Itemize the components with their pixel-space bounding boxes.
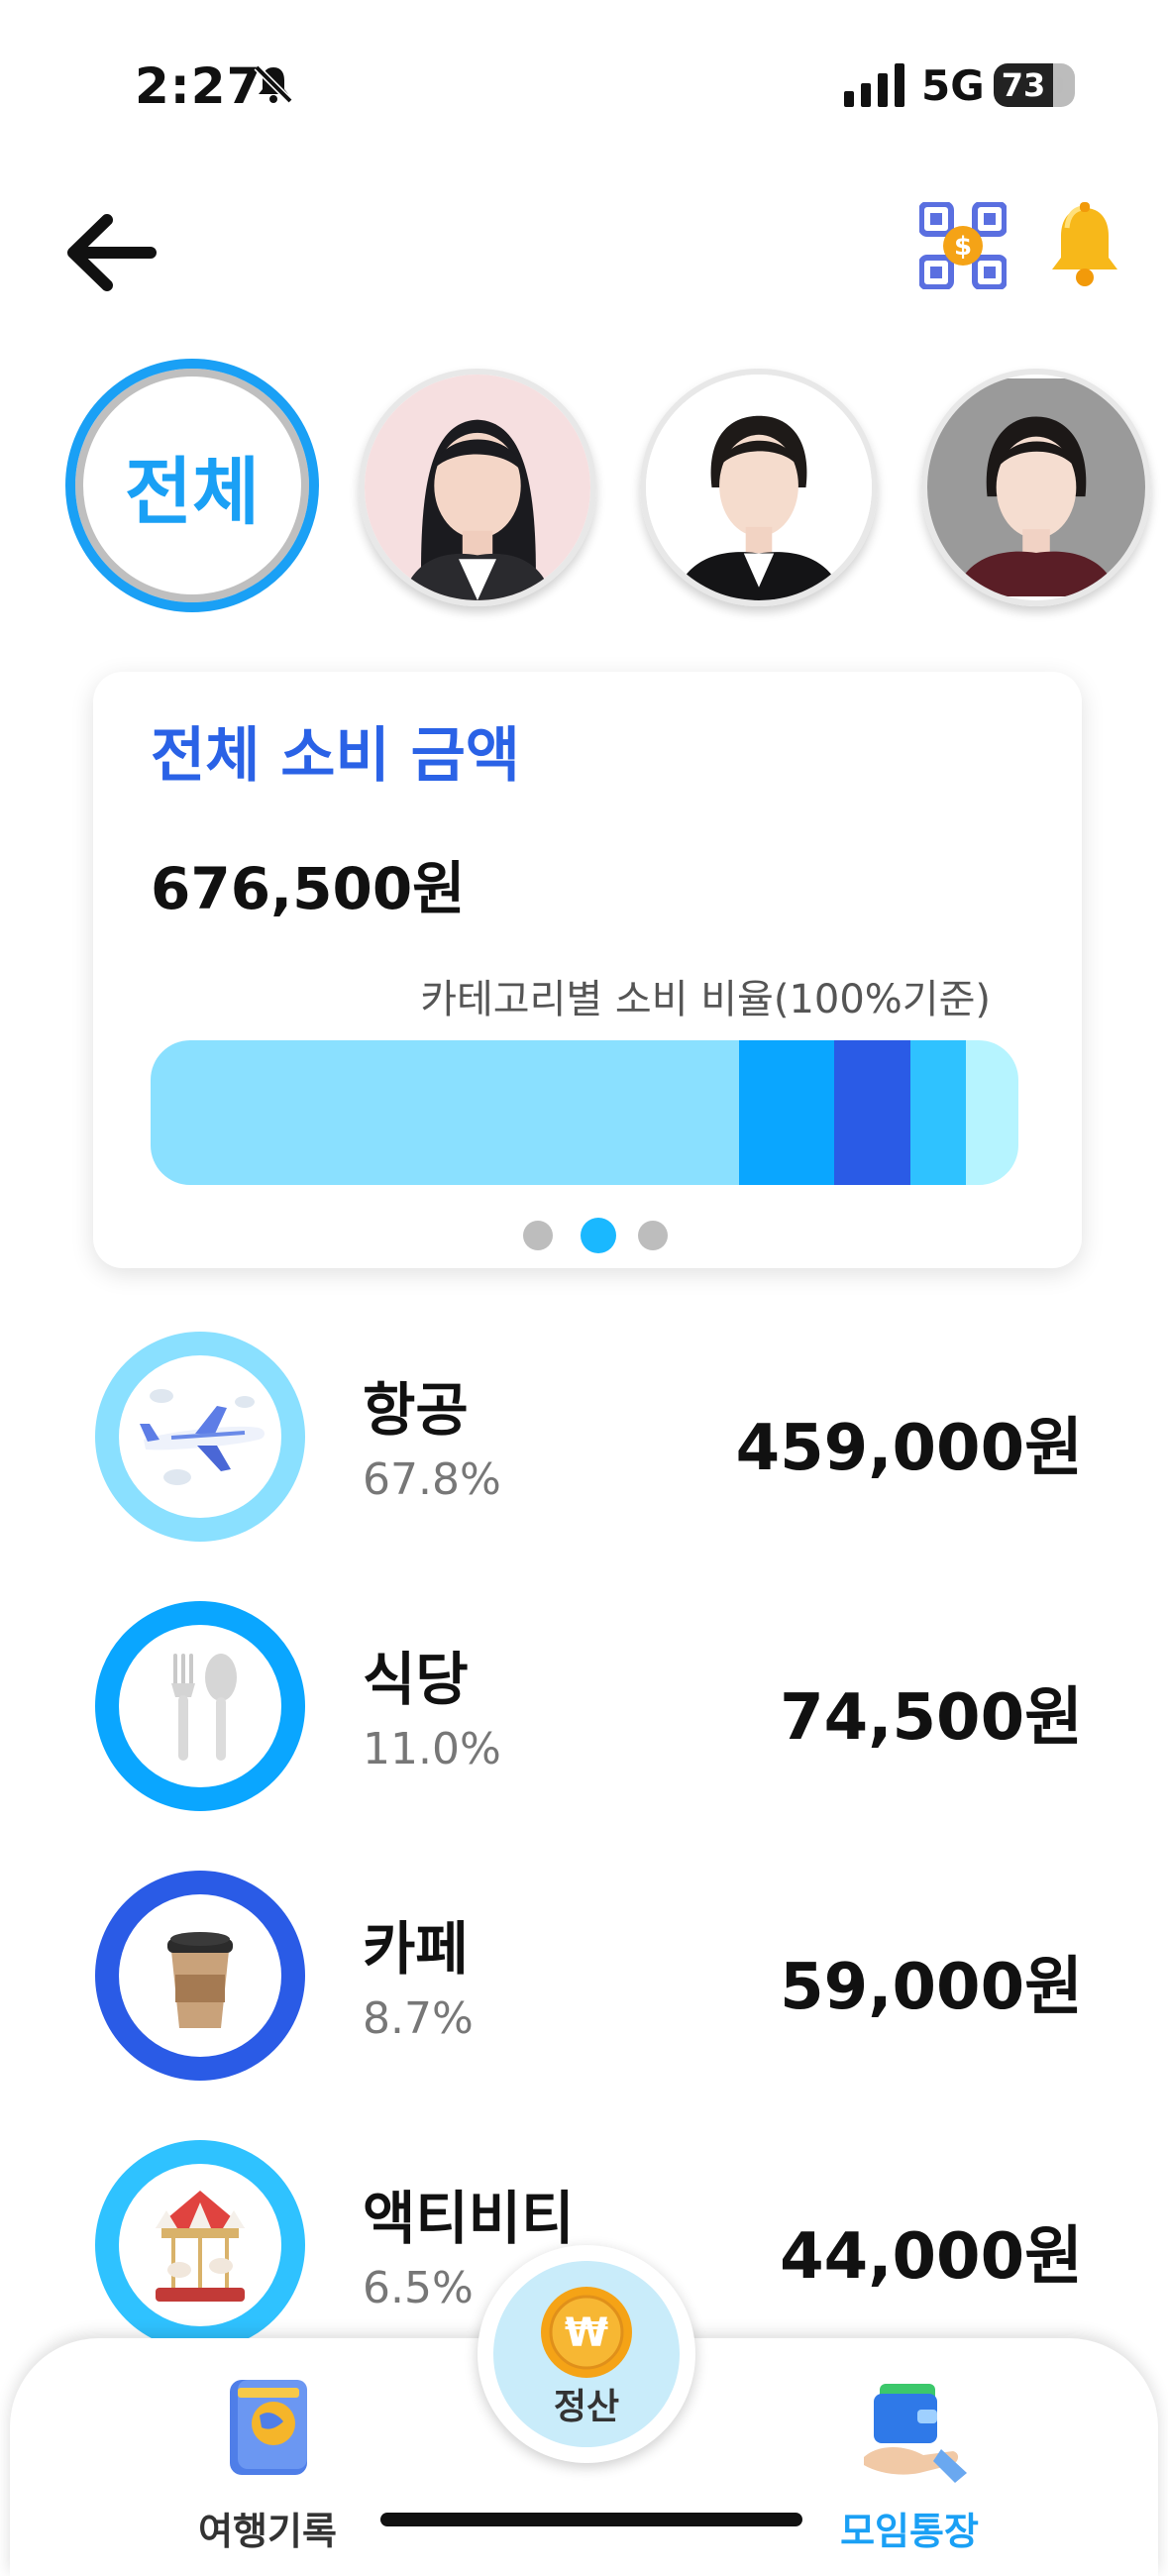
category-amount: 44,000원 bbox=[780, 2220, 1083, 2294]
portrait-photo-3 bbox=[927, 378, 1145, 596]
home-indicator bbox=[380, 2513, 802, 2526]
category-name: 항공 bbox=[363, 1376, 469, 1444]
nav-travel-log[interactable]: 여행기록 bbox=[168, 2366, 367, 2554]
ratio-segment bbox=[834, 1040, 910, 1185]
network-type: 5G bbox=[921, 61, 985, 110]
battery-icon: 73 bbox=[994, 63, 1063, 107]
ratio-segment bbox=[151, 1040, 739, 1185]
category-name: 액티비티 bbox=[363, 2185, 575, 2252]
category-percent: 8.7% bbox=[363, 1993, 474, 2044]
all-members-button[interactable]: 전체 bbox=[65, 359, 319, 612]
total-spending-card[interactable]: 전체 소비 금액 676,500원 카테고리별 소비 비율(100%기준) bbox=[93, 672, 1082, 1268]
page-dot[interactable] bbox=[638, 1221, 668, 1250]
status-bar: 2:27 5G 73 bbox=[0, 0, 1168, 178]
category-percent: 6.5% bbox=[363, 2263, 474, 2313]
member-avatar-3[interactable] bbox=[921, 369, 1151, 606]
category-icon-ring bbox=[95, 1332, 305, 1542]
nav-group-account-label: 모임통장 bbox=[840, 2510, 979, 2553]
settle-label: 정산 bbox=[553, 2387, 620, 2427]
ratio-segment bbox=[966, 1040, 1018, 1185]
ratio-segment bbox=[909, 1040, 967, 1185]
coffee-cup-icon bbox=[167, 1932, 233, 2028]
all-members-label: 전체 bbox=[124, 449, 261, 535]
category-ratio-bar bbox=[151, 1040, 1018, 1185]
notification-bell-icon[interactable] bbox=[1044, 202, 1125, 291]
fork-spoon-icon bbox=[171, 1654, 237, 1761]
carousel-icon bbox=[156, 2191, 245, 2302]
carousel-page-indicator[interactable] bbox=[523, 1215, 668, 1253]
category-row-cafe[interactable]: 카페 8.7% 59,000원 bbox=[0, 1871, 1168, 2089]
airplane-icon bbox=[140, 1389, 265, 1485]
category-icon-ring bbox=[95, 1871, 305, 2081]
nav-group-account[interactable]: 모임통장 bbox=[810, 2366, 1009, 2554]
member-avatar-1[interactable] bbox=[359, 369, 596, 606]
category-name: 카페 bbox=[363, 1915, 469, 1983]
category-amount: 459,000원 bbox=[735, 1412, 1083, 1485]
svg-text:₩: ₩ bbox=[565, 2310, 608, 2356]
category-percent: 11.0% bbox=[363, 1724, 501, 1774]
travel-book-icon bbox=[230, 2380, 307, 2475]
cellular-signal-icon bbox=[844, 63, 904, 107]
category-icon-ring bbox=[95, 2140, 305, 2350]
category-row-flight[interactable]: 항공 67.8% 459,000원 bbox=[0, 1332, 1168, 1550]
qr-pay-icon[interactable]: $ bbox=[919, 202, 1007, 289]
back-arrow-icon[interactable] bbox=[63, 208, 159, 297]
wallet-hand-icon bbox=[864, 2384, 967, 2483]
category-row-restaurant[interactable]: 식당 11.0% 74,500원 bbox=[0, 1601, 1168, 1819]
total-amount: 676,500원 bbox=[151, 855, 466, 922]
page-dot[interactable] bbox=[581, 1218, 616, 1253]
nav-travel-log-label: 여행기록 bbox=[198, 2510, 337, 2553]
category-name: 식당 bbox=[363, 1646, 469, 1713]
svg-text:$: $ bbox=[954, 232, 972, 262]
settle-button[interactable]: ₩ 정산 bbox=[478, 2245, 695, 2463]
silent-bell-icon bbox=[254, 64, 293, 104]
category-icon-ring bbox=[95, 1601, 305, 1811]
settle-button-inner: ₩ 정산 bbox=[493, 2261, 680, 2447]
battery-empty-area bbox=[1052, 63, 1075, 107]
category-percent: 67.8% bbox=[363, 1454, 501, 1505]
portrait-photo-2 bbox=[646, 375, 872, 600]
category-amount: 74,500원 bbox=[780, 1681, 1083, 1755]
category-ratio-label: 카테고리별 소비 비율(100%기준) bbox=[420, 977, 991, 1022]
won-coin-icon: ₩ bbox=[541, 2287, 632, 2378]
card-title: 전체 소비 금액 bbox=[151, 721, 520, 791]
status-time: 2:27 bbox=[135, 57, 263, 115]
ratio-segment bbox=[738, 1040, 835, 1185]
category-amount: 59,000원 bbox=[780, 1951, 1083, 2024]
battery-level: 73 bbox=[1001, 66, 1046, 104]
page-dot[interactable] bbox=[523, 1221, 553, 1250]
member-avatar-2[interactable] bbox=[640, 369, 878, 606]
portrait-photo-1 bbox=[365, 375, 590, 600]
